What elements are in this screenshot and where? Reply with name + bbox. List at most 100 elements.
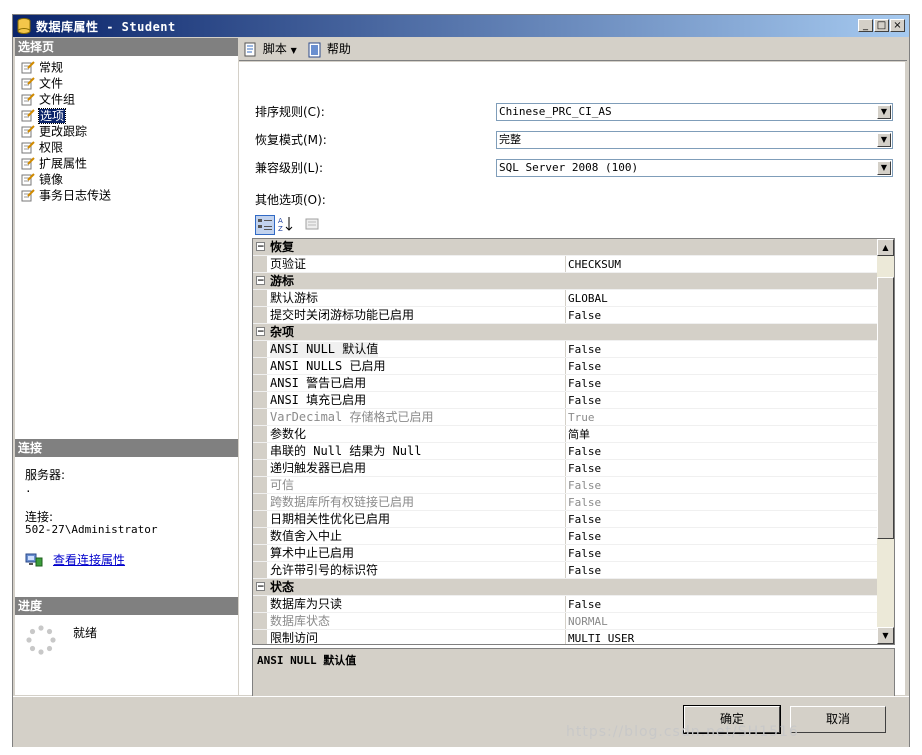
title-bar[interactable]: 数据库属性 - Student _ □ × <box>13 15 909 37</box>
property-value[interactable]: MULTI_USER <box>568 631 634 644</box>
grid-property-row[interactable]: 页验证 CHECKSUM <box>253 256 877 273</box>
maximize-button[interactable]: □ <box>874 19 889 32</box>
column-divider[interactable] <box>565 409 566 425</box>
cancel-button[interactable]: 取消 <box>790 706 886 733</box>
sidebar-item-1[interactable]: 文件 <box>21 75 63 91</box>
property-grid[interactable]: − 恢复 页验证 CHECKSUM − 游标 默认游标 GLOBAL 提交时关闭游标功能已启用 F… <box>252 238 895 645</box>
grid-property-row[interactable]: 数据库为只读 False <box>253 596 877 613</box>
sidebar-item-3[interactable]: 选项 <box>21 107 67 124</box>
sidebar-item-2[interactable]: 文件组 <box>21 91 75 107</box>
column-divider[interactable] <box>565 630 566 644</box>
recovery-model-combo[interactable]: 完整 ▼ <box>496 131 893 149</box>
grid-property-row[interactable]: 日期相关性优化已启用 False <box>253 511 877 528</box>
collapse-icon[interactable]: − <box>256 276 265 286</box>
grid-property-row[interactable]: 默认游标 GLOBAL <box>253 290 877 307</box>
column-divider[interactable] <box>565 358 566 374</box>
property-value[interactable]: GLOBAL <box>568 291 608 306</box>
grid-property-row[interactable]: 提交时关闭游标功能已启用 False <box>253 307 877 324</box>
column-divider[interactable] <box>565 426 566 442</box>
grid-property-row[interactable]: 可信 False <box>253 477 877 494</box>
column-divider[interactable] <box>565 596 566 612</box>
property-value[interactable]: False <box>568 308 601 323</box>
column-divider[interactable] <box>565 256 566 272</box>
column-divider[interactable] <box>565 290 566 306</box>
property-value[interactable]: False <box>568 529 601 544</box>
property-value[interactable]: False <box>568 461 601 476</box>
categorized-button[interactable] <box>255 215 275 235</box>
grid-property-row[interactable]: 限制访问 MULTI_USER <box>253 630 877 644</box>
column-divider[interactable] <box>565 528 566 544</box>
sidebar-item-0[interactable]: 常规 <box>21 59 63 75</box>
property-value[interactable]: 简单 <box>568 427 590 442</box>
property-value[interactable]: False <box>568 393 601 408</box>
property-value[interactable]: False <box>568 376 601 391</box>
grid-property-row[interactable]: 参数化 简单 <box>253 426 877 443</box>
column-divider[interactable] <box>565 307 566 323</box>
grid-property-row[interactable]: 跨数据库所有权链接已启用 False <box>253 494 877 511</box>
property-value[interactable]: True <box>568 410 595 425</box>
column-divider[interactable] <box>565 341 566 357</box>
grid-property-row[interactable]: ANSI 警告已启用 False <box>253 375 877 392</box>
scroll-up-icon[interactable]: ▲ <box>877 239 894 256</box>
view-connection-properties-link[interactable]: 查看连接属性 <box>53 551 125 568</box>
column-divider[interactable] <box>565 494 566 510</box>
property-value[interactable]: False <box>568 359 601 374</box>
column-divider[interactable] <box>565 511 566 527</box>
collapse-icon[interactable]: − <box>256 242 265 252</box>
column-divider[interactable] <box>565 375 566 391</box>
grid-property-row[interactable]: ANSI NULL 默认值 False <box>253 341 877 358</box>
column-divider[interactable] <box>565 477 566 493</box>
grid-property-row[interactable]: VarDecimal 存储格式已启用 True <box>253 409 877 426</box>
property-value[interactable]: False <box>568 495 601 510</box>
collapse-icon[interactable]: − <box>256 327 265 337</box>
grid-category[interactable]: − 杂项 <box>253 324 877 341</box>
grid-property-row[interactable]: 允许带引号的标识符 False <box>253 562 877 579</box>
column-divider[interactable] <box>565 562 566 578</box>
property-value[interactable]: False <box>568 444 601 459</box>
column-divider[interactable] <box>565 443 566 459</box>
sidebar-item-5[interactable]: 权限 <box>21 139 63 155</box>
column-divider[interactable] <box>565 392 566 408</box>
chevron-down-icon[interactable]: ▼ <box>877 105 891 119</box>
sidebar-item-8[interactable]: 事务日志传送 <box>21 187 111 203</box>
grid-property-row[interactable]: 算术中止已启用 False <box>253 545 877 562</box>
collapse-icon[interactable]: − <box>256 582 265 592</box>
minimize-button[interactable]: _ <box>858 19 873 32</box>
grid-property-row[interactable]: 串联的 Null 结果为 Null False <box>253 443 877 460</box>
collation-combo[interactable]: Chinese_PRC_CI_AS ▼ <box>496 103 893 121</box>
grid-property-row[interactable]: ANSI 填充已启用 False <box>253 392 877 409</box>
sidebar-item-7[interactable]: 镜像 <box>21 171 63 187</box>
column-divider[interactable] <box>565 613 566 629</box>
property-value[interactable]: False <box>568 478 601 493</box>
column-divider[interactable] <box>565 545 566 561</box>
sidebar-item-4[interactable]: 更改跟踪 <box>21 123 87 139</box>
scroll-thumb[interactable] <box>877 277 894 539</box>
grid-category[interactable]: − 恢复 <box>253 239 877 256</box>
property-value[interactable]: False <box>568 563 601 578</box>
sidebar-item-6[interactable]: 扩展属性 <box>21 155 87 171</box>
compat-level-combo[interactable]: SQL Server 2008 (100) ▼ <box>496 159 893 177</box>
property-value[interactable]: False <box>568 597 601 612</box>
grid-category[interactable]: − 游标 <box>253 273 877 290</box>
property-value[interactable]: False <box>568 342 601 357</box>
chevron-down-icon[interactable]: ▼ <box>877 133 891 147</box>
property-value[interactable]: NORMAL <box>568 614 608 629</box>
property-value[interactable]: False <box>568 512 601 527</box>
alphabetical-button[interactable]: A Z <box>277 215 297 235</box>
scroll-down-icon[interactable]: ▼ <box>877 627 894 644</box>
grid-property-row[interactable]: 递归触发器已启用 False <box>253 460 877 477</box>
grid-property-row[interactable]: ANSI NULLS 已启用 False <box>253 358 877 375</box>
property-value[interactable]: False <box>568 546 601 561</box>
script-button[interactable]: 脚本 ▼ <box>243 40 297 58</box>
grid-category[interactable]: − 状态 <box>253 579 877 596</box>
close-button[interactable]: × <box>890 19 905 32</box>
help-button[interactable]: 帮助 <box>307 40 351 58</box>
column-divider[interactable] <box>565 460 566 476</box>
category-name: 恢复 <box>270 240 295 254</box>
grid-scrollbar[interactable]: ▲ ▼ <box>877 239 894 644</box>
property-pages-button[interactable] <box>303 215 323 235</box>
grid-property-row[interactable]: 数值舍入中止 False <box>253 528 877 545</box>
chevron-down-icon[interactable]: ▼ <box>877 161 891 175</box>
property-value[interactable]: CHECKSUM <box>568 257 621 272</box>
grid-property-row[interactable]: 数据库状态 NORMAL <box>253 613 877 630</box>
